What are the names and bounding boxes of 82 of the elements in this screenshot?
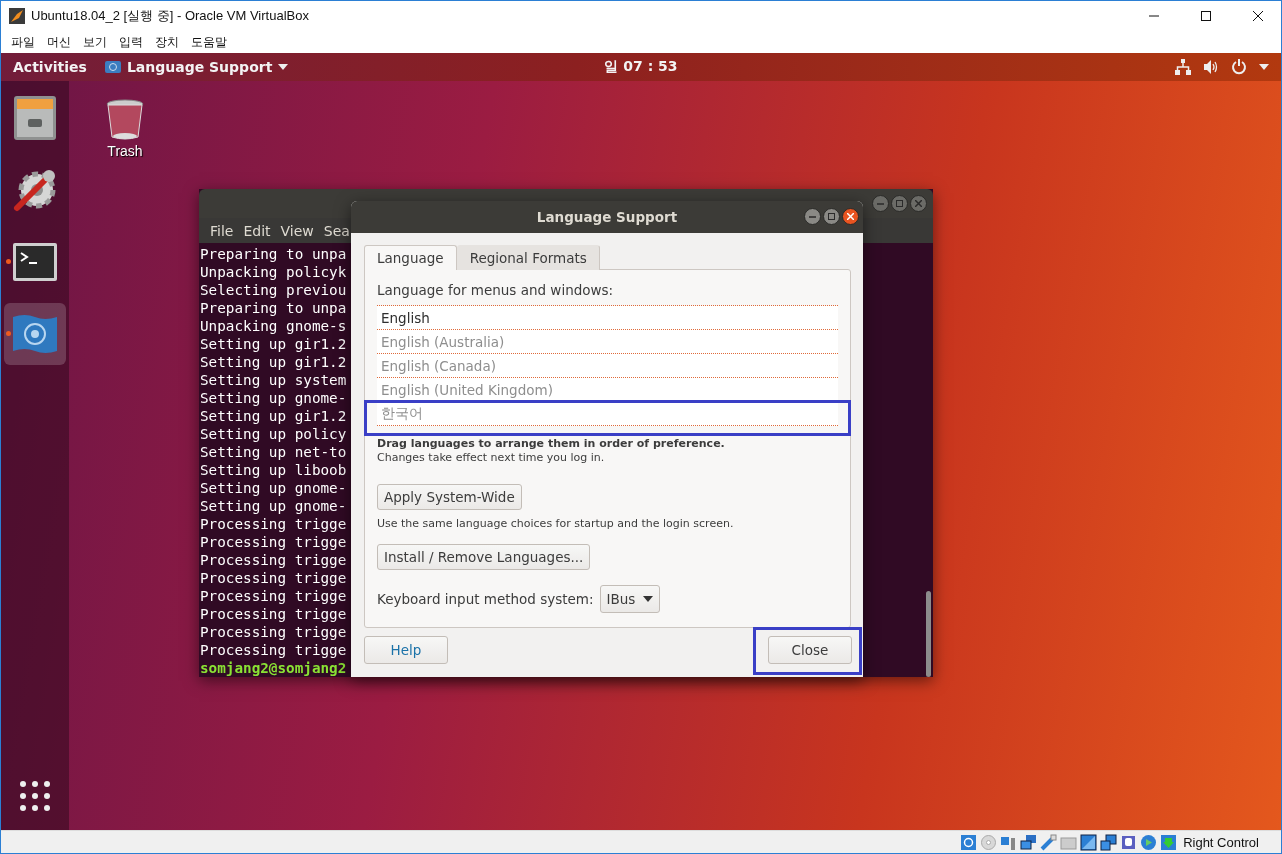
menu-item[interactable]: 파일 bbox=[5, 33, 41, 51]
close-icon bbox=[1252, 10, 1264, 22]
terminal-line: Unpacking gnome-s bbox=[200, 317, 347, 335]
terminal-line: Processing trigge bbox=[200, 515, 347, 533]
menu-item[interactable]: 보기 bbox=[77, 33, 113, 51]
input-method-dropdown[interactable]: IBus bbox=[599, 585, 661, 613]
menu-item[interactable]: Sea bbox=[318, 222, 355, 239]
app-icon bbox=[9, 8, 25, 24]
terminal-line: Unpacking policyk bbox=[200, 263, 347, 281]
terminal-line: Selecting previou bbox=[200, 281, 347, 299]
menu-item[interactable]: 도움말 bbox=[185, 33, 233, 51]
terminal-line: Processing trigge bbox=[200, 641, 347, 659]
apply-system-wide-button[interactable]: Apply System-Wide bbox=[377, 484, 522, 510]
close-icon bbox=[915, 200, 922, 208]
caret-icon[interactable] bbox=[1259, 64, 1269, 70]
close-icon bbox=[847, 213, 854, 220]
windows-icon bbox=[1100, 833, 1118, 851]
clock[interactable]: 일 07 : 53 bbox=[604, 58, 678, 76]
flag-icon bbox=[11, 313, 59, 355]
terminal-line: Processing trigge bbox=[200, 533, 347, 551]
terminal-line: Setting up gnome- bbox=[200, 497, 347, 515]
terminal-line: Setting up gnome- bbox=[200, 479, 347, 497]
terminal-icon bbox=[12, 242, 58, 282]
terminal-line: Processing trigge bbox=[200, 551, 347, 569]
maximize-icon bbox=[828, 213, 835, 220]
network-screens-icon bbox=[1020, 833, 1038, 851]
close-button[interactable]: Close bbox=[768, 636, 852, 664]
menu-item[interactable]: 입력 bbox=[113, 33, 149, 51]
flag-icon bbox=[104, 60, 121, 74]
hint-text: Changes take effect next time you log in. bbox=[377, 451, 606, 464]
maximize-icon bbox=[896, 200, 903, 208]
volume-icon[interactable] bbox=[1203, 59, 1219, 75]
file-cabinet-icon bbox=[13, 95, 57, 141]
menu-item[interactable]: Edit bbox=[238, 222, 276, 239]
chip-icon bbox=[1120, 833, 1138, 851]
list-label: Language for menus and windows: bbox=[377, 282, 615, 298]
activities-button[interactable]: Activities bbox=[13, 59, 87, 75]
terminal-prompt: somjang2@somjang2 bbox=[200, 659, 347, 677]
terminal-line: Setting up gir1.2 bbox=[200, 353, 347, 371]
install-languages-button[interactable]: Install / Remove Languages... bbox=[377, 544, 591, 570]
caret-icon bbox=[278, 64, 289, 70]
network-icon[interactable] bbox=[1175, 59, 1191, 75]
terminal-line: Preparing to unpa bbox=[200, 245, 347, 263]
keyboard-label: Keyboard input method system: bbox=[377, 591, 594, 607]
minimize-icon bbox=[877, 200, 884, 208]
hint-text: Drag languages to arrange them in order of preference. bbox=[377, 437, 726, 450]
dock-item[interactable] bbox=[4, 303, 66, 365]
note-text: Use the same language choices for startup and the login screen. bbox=[377, 517, 735, 530]
menu-item[interactable]: File bbox=[205, 222, 239, 239]
terminal-line: Processing trigge bbox=[200, 605, 347, 623]
terminal-line: Setting up liboob bbox=[200, 461, 347, 479]
minimize-icon bbox=[809, 213, 816, 220]
menu-item[interactable]: 머신 bbox=[41, 33, 77, 51]
tab[interactable]: Language bbox=[364, 245, 457, 270]
window-title: Ubuntu18.04_2 [실행 중] - Oracle VM VirtualBox bbox=[31, 7, 310, 25]
monitor-icon bbox=[1080, 833, 1098, 851]
menu-item[interactable]: View bbox=[275, 222, 319, 239]
minimize-button[interactable] bbox=[872, 195, 889, 213]
terminal-line: Setting up net-to bbox=[200, 443, 347, 461]
scrollbar[interactable] bbox=[926, 591, 931, 677]
maximize-icon bbox=[1200, 10, 1212, 22]
terminal-line: Processing trigge bbox=[200, 623, 347, 641]
tab[interactable]: Regional Formats bbox=[456, 245, 600, 270]
host-key-label: Right Control bbox=[1183, 834, 1259, 850]
close-button[interactable] bbox=[842, 208, 859, 225]
terminal-line: Processing trigge bbox=[200, 569, 347, 587]
caret-icon bbox=[643, 596, 654, 602]
app-grid-button[interactable] bbox=[20, 781, 50, 814]
language-item[interactable]: English bbox=[377, 306, 838, 330]
menu-item[interactable]: 장치 bbox=[149, 33, 185, 51]
terminal-line: Setting up system bbox=[200, 371, 347, 389]
terminal-line: Preparing to unpa bbox=[200, 299, 347, 317]
terminal-line: Setting up gir1.2 bbox=[200, 407, 347, 425]
power-icon[interactable] bbox=[1231, 59, 1247, 75]
terminal-line: Processing trigge bbox=[200, 587, 347, 605]
app-menu[interactable]: Language Support bbox=[104, 59, 289, 75]
terminal-line: Setting up gnome- bbox=[200, 389, 347, 407]
help-button[interactable]: Help bbox=[364, 636, 448, 664]
terminal-line: Setting up gir1.2 bbox=[200, 335, 347, 353]
dialog-title: Language Support bbox=[535, 209, 679, 225]
terminal-line: Setting up policy bbox=[200, 425, 347, 443]
minimize-button[interactable] bbox=[804, 208, 821, 225]
